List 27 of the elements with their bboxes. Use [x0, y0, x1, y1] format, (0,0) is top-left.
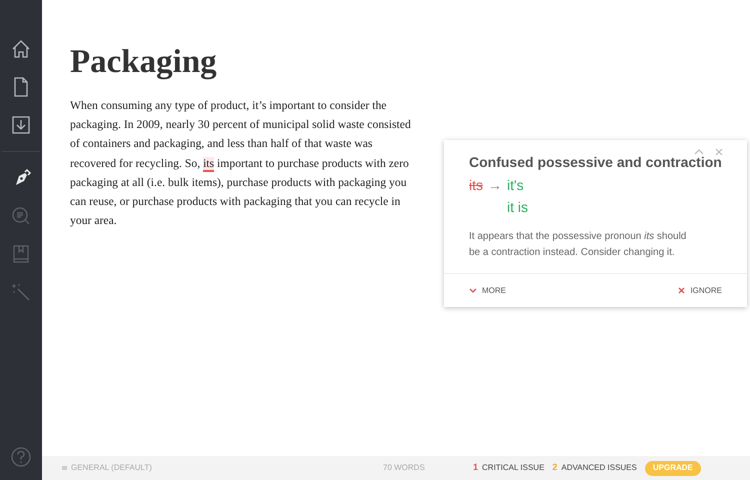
wand-icon[interactable] [10, 281, 32, 303]
document-paragraph: When consuming any type of product, it’s important to consider the packaging. In 2009, nearly 30 percent of municipal solid waste consisted of containers and packaging, and less than half of that waste was recovered for recycling. So, its important to purchase products with zero packaging at all (i.e. bulk items), purchase products with packaging you can reuse, or purchase products with packaging that you can recycle in your area. [70, 98, 412, 230]
document-title: Packaging [70, 43, 218, 82]
flag-icon [62, 466, 67, 470]
chevron-down-icon [469, 288, 477, 293]
critical-count: 1 [473, 461, 478, 474]
mistake-word: its [469, 176, 483, 195]
card-title: Confused possessive and contraction [469, 153, 722, 172]
explanation-text: It appears that the possessive pronoun its should be a contraction instead. Consider changing it. [469, 230, 688, 260]
help-icon[interactable] [10, 446, 32, 468]
replacement-option[interactable]: it's [507, 173, 528, 197]
arrow-text: → [487, 176, 503, 195]
home-icon[interactable] [10, 38, 32, 60]
advanced-issues-label: ADVANCED ISSUES [561, 462, 637, 474]
advanced-count: 2 [552, 461, 558, 474]
ignore-button[interactable]: IGNORE [678, 284, 722, 296]
close-icon[interactable] [715, 148, 723, 156]
collapse-icon[interactable] [694, 149, 704, 155]
download-icon[interactable] [10, 114, 32, 136]
magnifier-icon[interactable] [10, 205, 32, 227]
upgrade-button[interactable]: UPGRADE [644, 460, 701, 476]
word-count: 70 WORDS [383, 462, 426, 474]
critical-issue-label: CRITICAL ISSUE [482, 462, 544, 474]
more-button[interactable]: MORE [469, 284, 506, 296]
replacement-option[interactable]: it is [507, 195, 528, 219]
close-icon [678, 287, 686, 294]
genre-label: GENERAL (DEFAULT) [71, 462, 152, 474]
